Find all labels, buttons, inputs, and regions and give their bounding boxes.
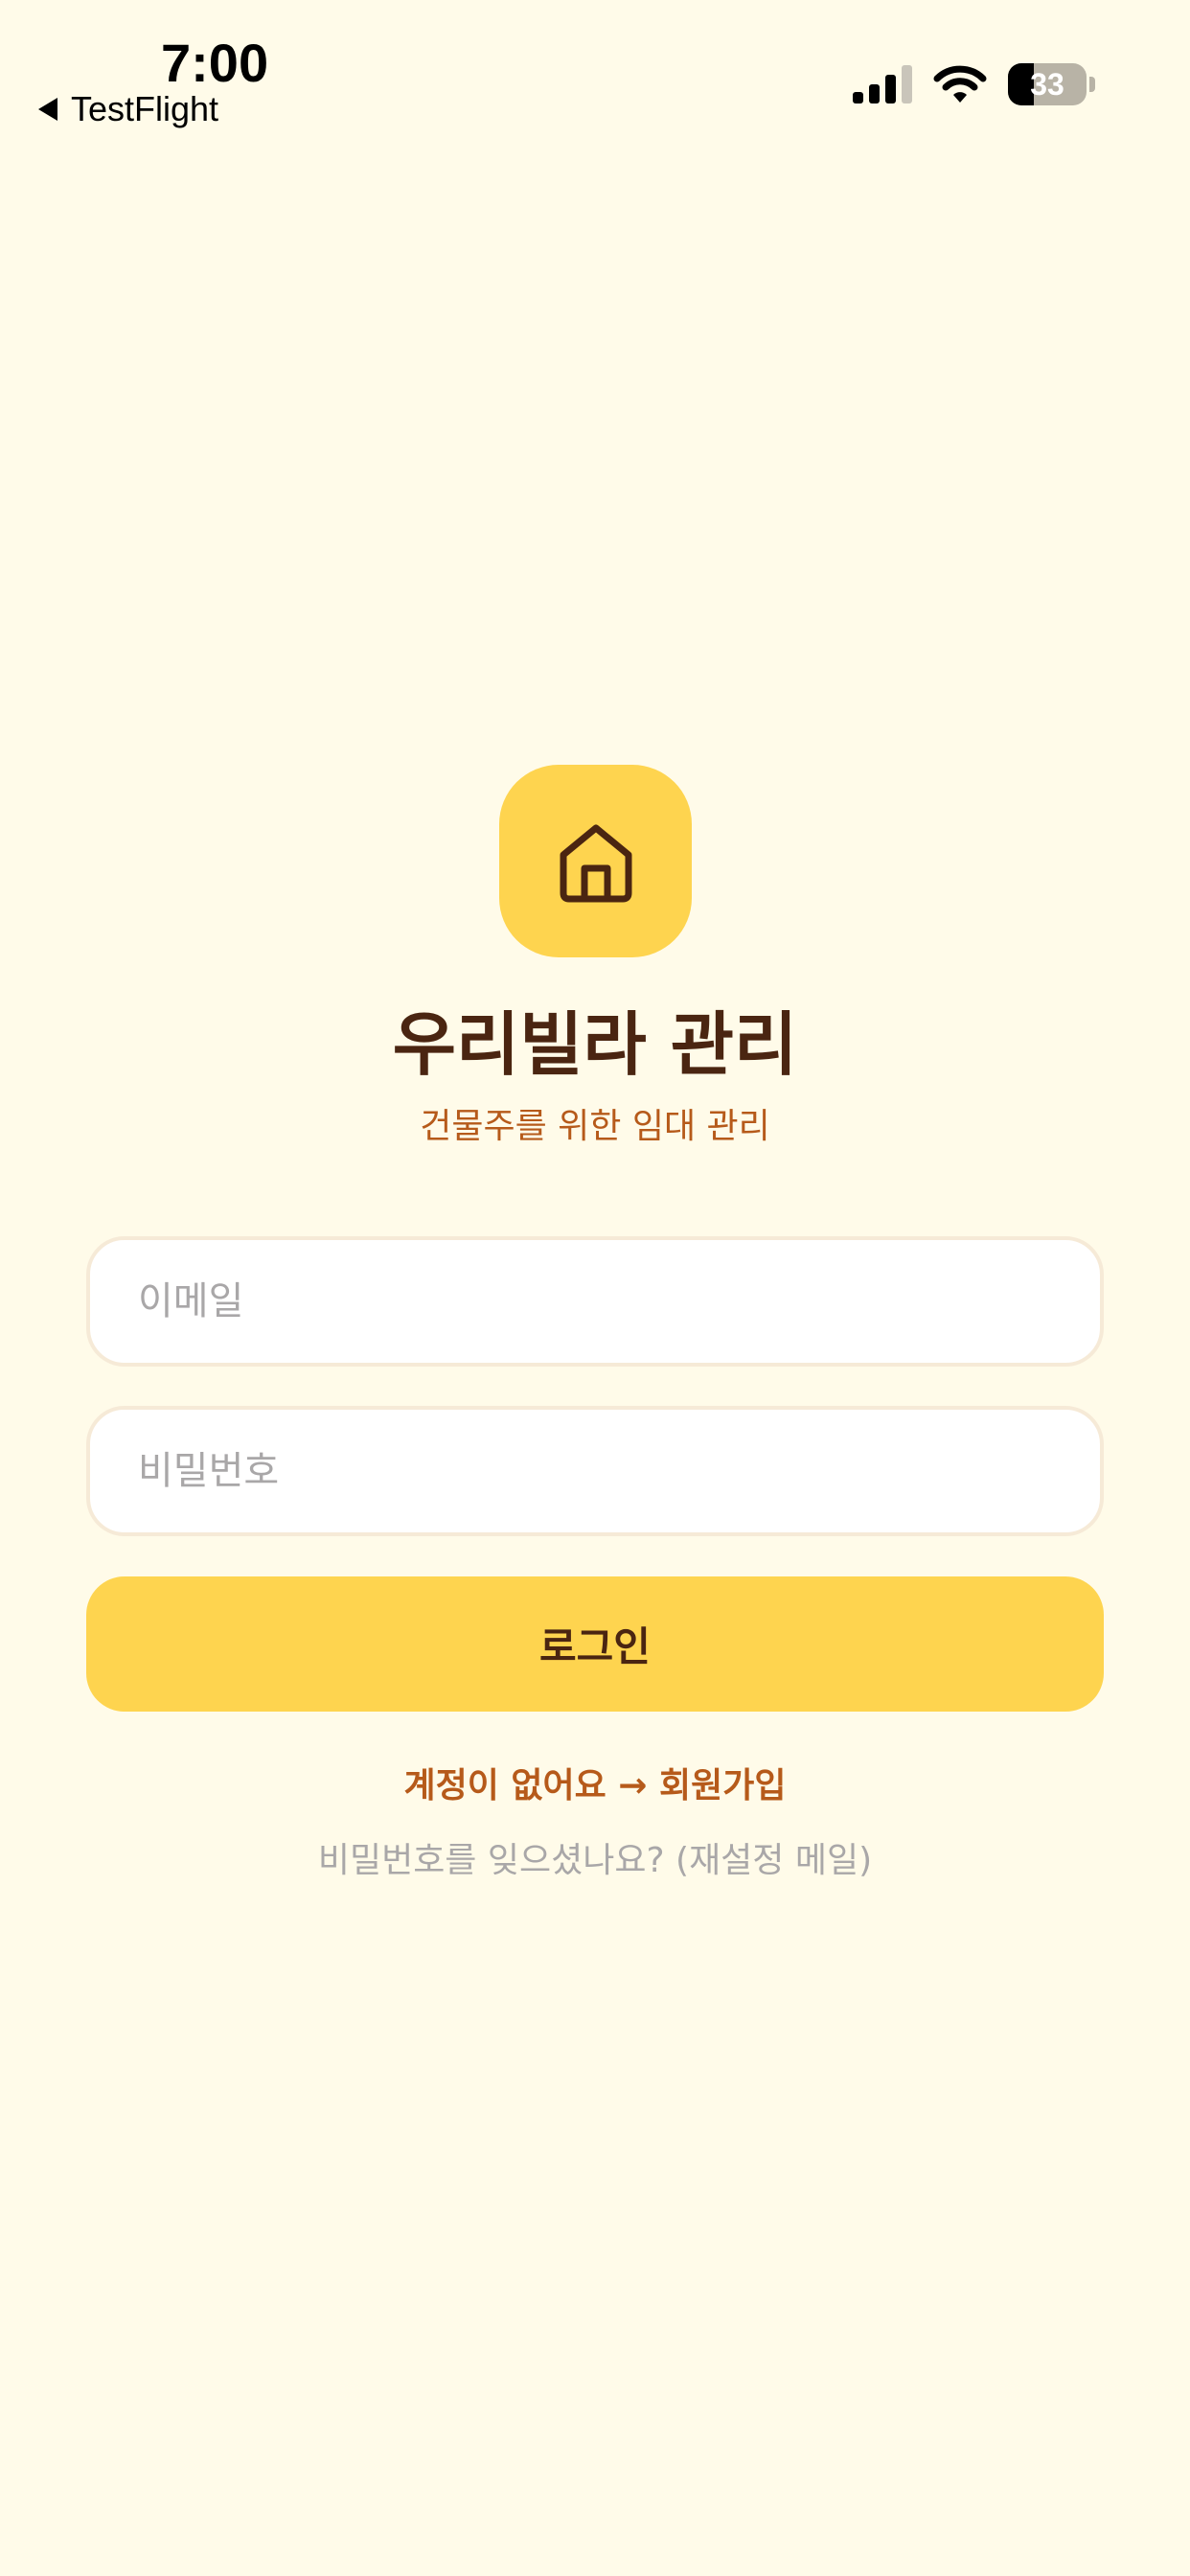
- battery-cap: [1089, 77, 1095, 92]
- back-link-label: TestFlight: [71, 89, 219, 128]
- app-subtitle: 건물주를 위한 임대 관리: [420, 1107, 770, 1146]
- signal-icon: [853, 65, 912, 104]
- email-input[interactable]: [86, 1236, 1104, 1367]
- back-arrow-icon: [38, 98, 57, 121]
- wifi-icon: [933, 65, 987, 103]
- back-to-testflight-link[interactable]: TestFlight: [38, 88, 218, 130]
- battery-icon: 33: [1008, 63, 1087, 105]
- app-title: 우리빌라 관리: [392, 1004, 798, 1085]
- signup-link[interactable]: 계정이 없어요 → 회원가입: [0, 1763, 1190, 1809]
- login-button[interactable]: 로그인: [86, 1576, 1104, 1712]
- status-time: 7:00: [161, 33, 269, 93]
- house-icon: [560, 824, 631, 902]
- forgot-password-link[interactable]: 비밀번호를 잊으셨나요? (재설정 메일): [0, 1838, 1190, 1884]
- app-logo: [499, 765, 692, 957]
- battery-level: 33: [1030, 66, 1064, 102]
- password-input[interactable]: [86, 1406, 1104, 1536]
